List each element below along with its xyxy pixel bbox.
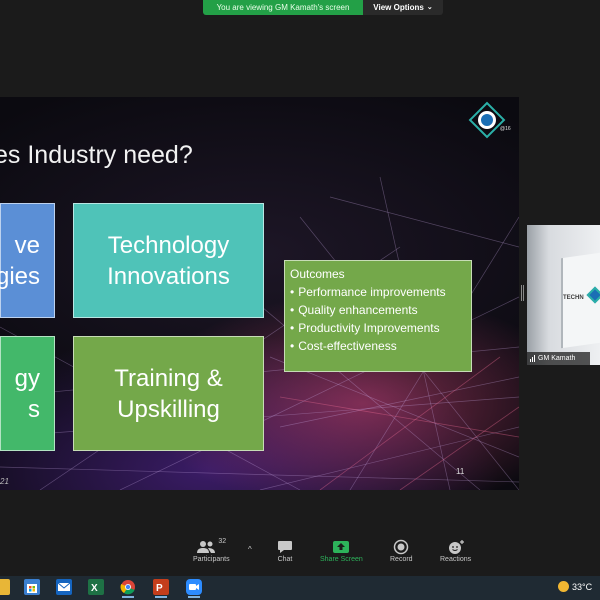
reactions-smiley-icon [447, 538, 465, 556]
mail-icon[interactable] [56, 579, 72, 595]
share-screen-label: Share Screen [320, 556, 363, 563]
chrome-icon[interactable] [120, 579, 136, 598]
logo-ring-icon [478, 111, 496, 129]
svg-text:X: X [91, 583, 98, 594]
slide-page-number: 11 [456, 467, 465, 476]
outcome-item: Cost-effectiveness [290, 337, 466, 355]
excel-icon[interactable]: X [88, 579, 104, 595]
technology-innovations-text: Technology Innovations [107, 231, 230, 290]
slide-title: es Industry need? [0, 141, 193, 169]
participant-name-bar: GM Kamath [527, 352, 590, 365]
participants-label: Participants [193, 556, 230, 563]
video-poster-text: TECHN [563, 295, 584, 301]
file-explorer-icon[interactable] [0, 579, 10, 595]
participants-count: 32 [218, 538, 227, 545]
training-upskilling-box: Training & Upskilling [73, 336, 264, 451]
technology-innovations-box: Technology Innovations [73, 203, 264, 318]
participants-icon: 32 [196, 538, 226, 556]
chevron-down-icon: ⌄ [426, 4, 433, 11]
outcomes-box: Outcomes Performance improvements Qualit… [284, 260, 472, 372]
logo-text: @16 [500, 126, 511, 132]
lower-left-box: gy s [0, 336, 55, 451]
chat-button[interactable]: Chat [277, 538, 293, 563]
participant-video-tile[interactable]: TECHN GM Kamath [527, 225, 600, 365]
participants-button[interactable]: 32 Participants [193, 538, 230, 563]
windows-taskbar: X P 33°C [0, 576, 600, 600]
zoom-window: You are viewing GM Kamath's screen View … [0, 0, 600, 600]
store-icon[interactable] [24, 579, 40, 595]
training-upskilling-text: Training & Upskilling [114, 364, 223, 423]
participant-name: GM Kamath [538, 355, 576, 362]
shared-slide: es Industry need? @16 ve gies Technology… [0, 97, 519, 490]
slide-footer-fragment: 21 [0, 477, 9, 486]
outcome-item: Performance improvements [290, 283, 466, 301]
strategies-box: ve gies [0, 203, 55, 318]
weather-widget[interactable]: 33°C [558, 581, 592, 592]
techno-logo: @16 [468, 101, 512, 139]
viewing-banner: You are viewing GM Kamath's screen View … [203, 0, 443, 15]
meeting-control-bar: 32 Participants ^ Chat Share Screen Reco… [0, 532, 600, 572]
chat-label: Chat [277, 556, 293, 563]
temperature: 33°C [572, 581, 593, 592]
record-icon [393, 538, 409, 556]
share-screen-icon [332, 538, 350, 556]
outcome-item: Quality enhancements [290, 301, 466, 319]
svg-text:P: P [156, 583, 163, 594]
record-button[interactable]: Record [390, 538, 413, 563]
participants-caret-up-icon[interactable]: ^ [248, 545, 252, 554]
signal-bars-icon [530, 355, 535, 362]
view-options-label: View Options [373, 3, 424, 12]
sun-icon [558, 581, 569, 592]
strategies-box-text: ve gies [0, 231, 40, 290]
share-screen-button[interactable]: Share Screen [320, 538, 363, 563]
zoom-icon[interactable] [186, 579, 202, 598]
powerpoint-icon[interactable]: P [153, 579, 169, 598]
viewing-label: You are viewing GM Kamath's screen [203, 0, 363, 15]
reactions-label: Reactions [440, 556, 472, 563]
outcomes-list: Performance improvements Quality enhance… [290, 283, 466, 355]
lower-left-box-text: gy s [14, 364, 40, 423]
chat-icon [277, 538, 293, 556]
panel-resize-handle[interactable] [521, 285, 524, 301]
reactions-button[interactable]: Reactions [440, 538, 471, 563]
outcome-item: Productivity Improvements [290, 319, 466, 337]
record-label: Record [390, 556, 413, 563]
view-options-button[interactable]: View Options ⌄ [363, 0, 443, 15]
outcomes-heading: Outcomes [290, 267, 345, 281]
